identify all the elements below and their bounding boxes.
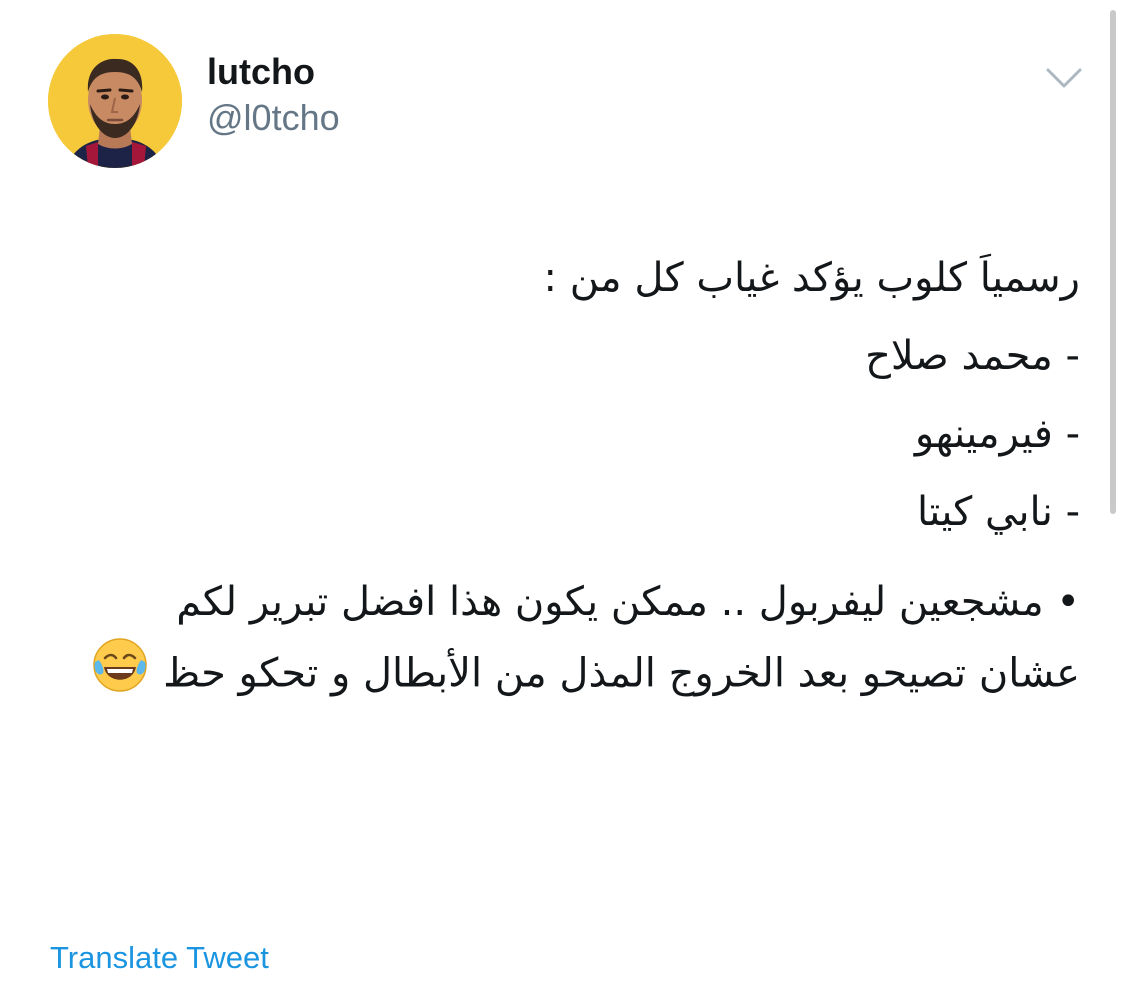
list-item: - محمد صلاح bbox=[865, 333, 1080, 379]
profile-photo-icon bbox=[48, 34, 182, 168]
user-handle: @l0tcho bbox=[207, 97, 340, 138]
list-item: - نابي كيتا bbox=[916, 489, 1080, 535]
face-with-tears-of-joy-icon bbox=[91, 636, 149, 715]
more-options-button[interactable] bbox=[1044, 64, 1084, 94]
user-info: lutcho @l0tcho bbox=[207, 50, 340, 140]
translate-tweet-link[interactable]: Translate Tweet bbox=[50, 938, 269, 978]
display-name[interactable]: lutcho bbox=[207, 50, 340, 94]
tweet-card: lutcho @l0tcho رسمياَ كلوب يؤكد غياب كل … bbox=[0, 0, 1125, 1003]
tweet-paragraph-text: • مشجعين ليفربول .. ممكن يكون هذا افضل ت… bbox=[163, 579, 1080, 697]
tweet-paragraph: • مشجعين ليفربول .. ممكن يكون هذا افضل ت… bbox=[90, 568, 1080, 715]
tweet-text: رسمياَ كلوب يؤكد غياب كل من : - محمد صلا… bbox=[90, 246, 1080, 715]
chevron-down-icon bbox=[1046, 68, 1082, 88]
avatar[interactable] bbox=[48, 34, 182, 168]
scrollbar[interactable] bbox=[1110, 10, 1116, 514]
tweet-line: رسمياَ كلوب يؤكد غياب كل من : bbox=[543, 255, 1080, 301]
list-item: - فيرمينهو bbox=[914, 411, 1080, 457]
